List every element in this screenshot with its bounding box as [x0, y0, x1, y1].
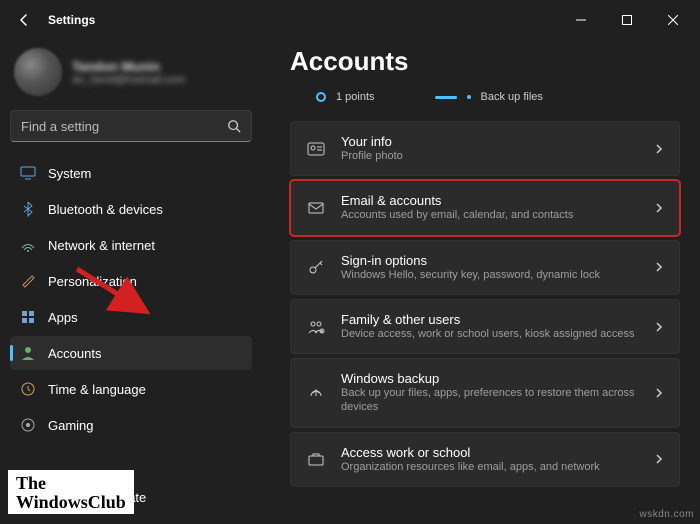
card-sub: Profile photo [341, 149, 639, 163]
accounts-icon [20, 345, 36, 361]
sidebar-item-label: Bluetooth & devices [48, 202, 163, 217]
close-button[interactable] [650, 0, 696, 40]
back-button[interactable] [4, 0, 44, 40]
maximize-button[interactable] [604, 0, 650, 40]
sidebar-item-label: Accounts [48, 346, 101, 361]
family-icon [305, 318, 327, 336]
system-icon [20, 165, 36, 181]
status-row: 1 points Back up files [290, 91, 680, 103]
card-sub: Device access, work or school users, kio… [341, 327, 639, 341]
card-list: Your info Profile photo Email & accounts… [290, 121, 680, 487]
sidebar-item-label: Personalization [48, 274, 137, 289]
sidebar-item-system[interactable]: System [10, 156, 252, 190]
card-title: Windows backup [341, 371, 639, 386]
sidebar-item-time[interactable]: Time & language [10, 372, 252, 406]
page-title: Accounts [290, 46, 680, 77]
chevron-right-icon [653, 387, 665, 399]
content-area: Accounts 1 points Back up files Your inf… [262, 40, 700, 524]
status-points[interactable]: 1 points [316, 91, 375, 103]
sidebar-item-apps[interactable]: Apps [10, 300, 252, 334]
briefcase-icon [305, 450, 327, 468]
sidebar-item-label: System [48, 166, 91, 181]
key-icon [305, 258, 327, 276]
chevron-right-icon [653, 202, 665, 214]
arrow-left-icon [16, 12, 32, 28]
time-icon [20, 381, 36, 397]
card-title: Your info [341, 134, 639, 149]
card-title: Family & other users [341, 312, 639, 327]
card-work-school[interactable]: Access work or school Organization resou… [290, 432, 680, 487]
person-card-icon [305, 140, 327, 158]
search-icon [227, 119, 241, 133]
site-watermark: wskdn.com [639, 509, 694, 520]
backup-icon [305, 384, 327, 402]
card-windows-backup[interactable]: Windows backup Back up your files, apps,… [290, 358, 680, 428]
minimize-button[interactable] [558, 0, 604, 40]
ring-icon [316, 92, 326, 102]
titlebar: Settings [0, 0, 700, 40]
sidebar-item-accounts[interactable]: Accounts [10, 336, 252, 370]
gaming-icon [20, 417, 36, 433]
user-name: Tandon Munin [72, 59, 185, 74]
sidebar-item-network[interactable]: Network & internet [10, 228, 252, 262]
bar-icon [435, 96, 457, 99]
user-profile[interactable]: Tandon Munin an_hend@hotmail.com [10, 40, 252, 110]
card-sub: Back up your files, apps, preferences to… [341, 386, 639, 415]
card-title: Sign-in options [341, 253, 639, 268]
chevron-right-icon [653, 321, 665, 333]
sidebar-item-personalization[interactable]: Personalization [10, 264, 252, 298]
apps-icon [20, 309, 36, 325]
chevron-right-icon [653, 143, 665, 155]
sidebar-item-label: Apps [48, 310, 78, 325]
sidebar-item-label: Gaming [48, 418, 94, 433]
personalization-icon [20, 273, 36, 289]
user-email: an_hend@hotmail.com [72, 74, 185, 86]
maximize-icon [622, 15, 632, 25]
card-family[interactable]: Family & other users Device access, work… [290, 299, 680, 354]
card-signin-options[interactable]: Sign-in options Windows Hello, security … [290, 240, 680, 295]
chevron-right-icon [653, 261, 665, 273]
watermark-logo: The WindowsClub [8, 470, 134, 514]
dot-icon [467, 95, 471, 99]
card-title: Email & accounts [341, 193, 639, 208]
bluetooth-icon [20, 201, 36, 217]
card-sub: Windows Hello, security key, password, d… [341, 268, 639, 282]
app-title: Settings [48, 13, 95, 27]
chevron-right-icon [653, 453, 665, 465]
network-icon [20, 237, 36, 253]
sidebar-item-gaming[interactable]: Gaming [10, 408, 252, 442]
status-text: Back up files [481, 91, 543, 103]
card-your-info[interactable]: Your info Profile photo [290, 121, 680, 176]
card-sub: Accounts used by email, calendar, and co… [341, 208, 639, 222]
nav-list: System Bluetooth & devices Network & int… [10, 156, 252, 514]
status-text: 1 points [336, 91, 375, 103]
sidebar-item-bluetooth[interactable]: Bluetooth & devices [10, 192, 252, 226]
search-input[interactable] [21, 119, 227, 134]
mail-icon [305, 199, 327, 217]
search-box[interactable] [10, 110, 252, 142]
sidebar-item-label: Network & internet [48, 238, 155, 253]
card-email-accounts[interactable]: Email & accounts Accounts used by email,… [290, 180, 680, 235]
avatar [14, 48, 62, 96]
sidebar-item-label: Time & language [48, 382, 146, 397]
card-title: Access work or school [341, 445, 639, 460]
status-backup[interactable]: Back up files [435, 91, 543, 103]
minimize-icon [576, 15, 586, 25]
close-icon [668, 15, 678, 25]
window-controls [558, 0, 696, 40]
sidebar: Tandon Munin an_hend@hotmail.com System … [0, 40, 262, 524]
card-sub: Organization resources like email, apps,… [341, 460, 639, 474]
